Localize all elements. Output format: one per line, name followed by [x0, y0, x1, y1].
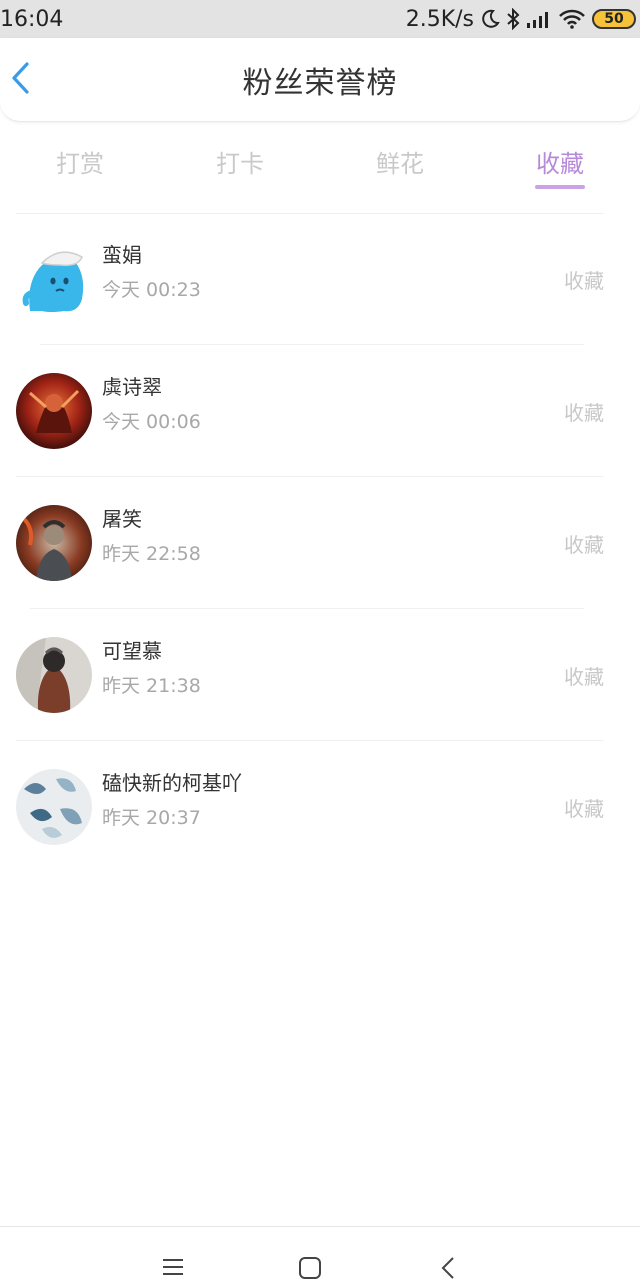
favorite-label: 收藏: [564, 400, 604, 425]
list-item[interactable]: 磕快新的柯基吖 昨天 20:37 收藏: [0, 741, 640, 873]
fan-list: 蛮娟 今天 00:23 收藏 虡诗翠 今天 00:06 收藏 屠笑 昨天 22:…: [0, 213, 640, 873]
fan-info: 磕快新的柯基吖 昨天 20:37: [102, 769, 242, 830]
tab-underline: [55, 185, 105, 189]
avatar[interactable]: [16, 505, 92, 581]
favorite-label: 收藏: [564, 268, 604, 293]
avatar[interactable]: [20, 241, 96, 317]
avatar[interactable]: [16, 637, 92, 713]
header: 粉丝荣誉榜: [0, 38, 640, 122]
fan-time: 昨天 22:58: [102, 543, 201, 565]
tab-label: 打赏: [56, 150, 104, 178]
tab-label: 鲜花: [376, 150, 424, 178]
avatar[interactable]: [16, 373, 92, 449]
back-button[interactable]: [0, 56, 40, 104]
tab-underline-active: [535, 185, 585, 189]
tab-label: 收藏: [536, 150, 584, 178]
back-icon[interactable]: [440, 1257, 456, 1283]
favorite-label: 收藏: [564, 532, 604, 557]
status-bar: 16:04 2.5K/s 50: [0, 0, 640, 38]
list-item[interactable]: 虡诗翠 今天 00:06 收藏: [0, 345, 640, 477]
tab-label: 打卡: [216, 150, 264, 178]
tab-checkin[interactable]: 打卡: [160, 130, 320, 194]
fan-time: 今天 00:23: [102, 279, 201, 301]
favorite-label: 收藏: [564, 664, 604, 689]
tab-favorites[interactable]: 收藏: [480, 130, 640, 194]
fan-name: 蛮娟: [102, 243, 142, 267]
tab-underline: [215, 185, 265, 189]
fan-info: 屠笑 昨天 22:58: [102, 505, 201, 566]
home-icon[interactable]: [299, 1257, 321, 1283]
tab-reward[interactable]: 打赏: [0, 130, 160, 194]
fan-name: 屠笑: [102, 507, 142, 531]
menu-icon[interactable]: [162, 1257, 184, 1281]
wifi-icon: [558, 9, 586, 29]
page-title: 粉丝荣誉榜: [242, 65, 398, 101]
list-item[interactable]: 屠笑 昨天 22:58 收藏: [0, 477, 640, 609]
fan-info: 虡诗翠 今天 00:06: [102, 373, 201, 434]
bluetooth-icon: [506, 8, 520, 30]
list-item[interactable]: 可望慕 昨天 21:38 收藏: [0, 609, 640, 741]
fan-name: 磕快新的柯基吖: [102, 771, 242, 795]
fan-info: 蛮娟 今天 00:23: [102, 241, 201, 302]
fan-name: 虡诗翠: [102, 375, 162, 399]
tab-underline: [375, 185, 425, 189]
fan-time: 昨天 21:38: [102, 675, 201, 697]
chevron-left-icon: [9, 61, 31, 99]
system-nav-bar: [0, 1226, 640, 1280]
tab-flowers[interactable]: 鲜花: [320, 130, 480, 194]
battery-icon: 50: [592, 9, 636, 29]
status-icons: 2.5K/s 50: [406, 7, 636, 32]
signal-icon: [526, 10, 552, 28]
net-speed: 2.5K/s: [405, 6, 474, 32]
avatar[interactable]: [16, 769, 92, 845]
fan-time: 今天 00:06: [102, 411, 201, 433]
list-item[interactable]: 蛮娟 今天 00:23 收藏: [0, 213, 640, 345]
fan-name: 可望慕: [102, 639, 162, 663]
fan-info: 可望慕 昨天 21:38: [102, 637, 201, 698]
tab-bar: 打赏 打卡 鲜花 收藏: [0, 130, 640, 194]
moon-icon: [480, 9, 500, 29]
fan-time: 昨天 20:37: [102, 807, 201, 829]
favorite-label: 收藏: [564, 796, 604, 821]
status-time: 16:04: [0, 6, 64, 32]
